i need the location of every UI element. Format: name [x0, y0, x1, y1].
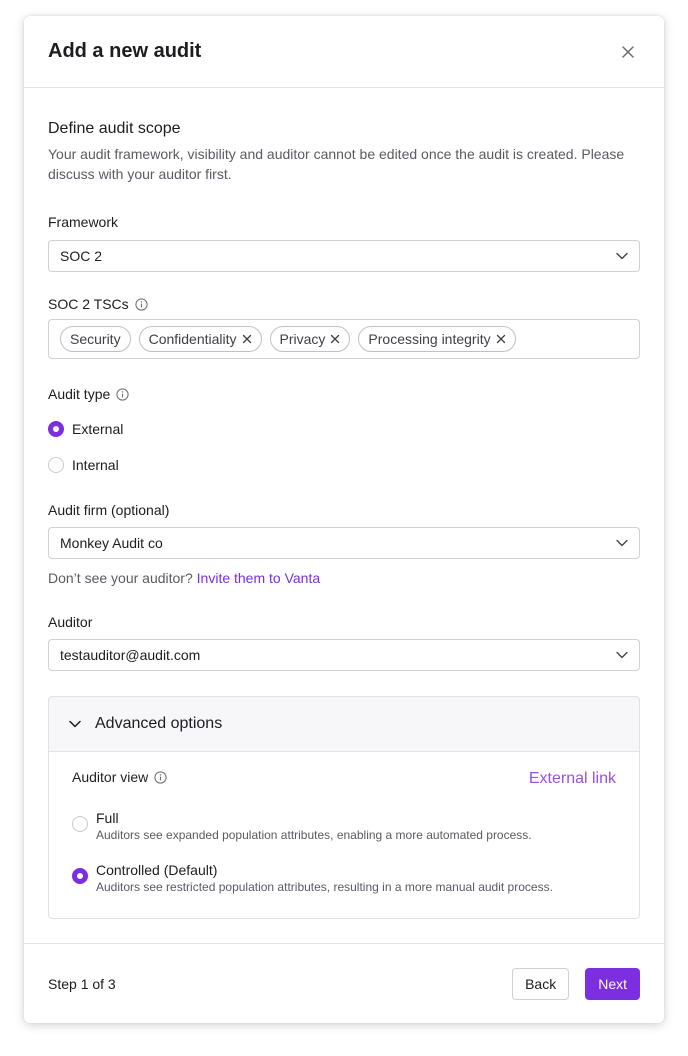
tscs-multiselect[interactable]: Security Confidentiality Privacy Process…	[48, 319, 640, 359]
close-icon	[622, 45, 634, 58]
chevron-down-icon	[616, 539, 628, 547]
helper-text: Don’t see your auditor?	[48, 570, 193, 586]
option-text: Controlled (Default) Auditors see restri…	[96, 861, 553, 895]
radio-button-checked[interactable]	[72, 868, 88, 884]
add-audit-modal: Add a new audit Define audit scope Your …	[24, 16, 664, 1023]
audit-firm-label-text: Audit firm (optional)	[48, 502, 170, 518]
modal-footer: Step 1 of 3 Back Next	[24, 943, 664, 1023]
remove-tag-icon[interactable]	[496, 334, 506, 344]
radio-button-checked[interactable]	[48, 421, 64, 437]
back-button[interactable]: Back	[512, 967, 570, 1000]
tag-confidentiality: Confidentiality	[138, 326, 262, 352]
next-button[interactable]: Next	[585, 967, 640, 1000]
framework-label: Framework	[48, 214, 118, 230]
close-button[interactable]	[616, 40, 640, 64]
radio-internal[interactable]: Internal	[48, 457, 119, 473]
modal-header: Add a new audit	[24, 16, 664, 88]
chevron-down-icon	[69, 720, 81, 728]
remove-tag-icon[interactable]	[330, 334, 340, 344]
external-link[interactable]: External link	[529, 770, 616, 788]
audit-firm-label: Audit firm (optional)	[48, 502, 169, 518]
radio-label: Internal	[72, 457, 119, 473]
advanced-options-title: Advanced options	[95, 715, 223, 732]
audit-firm-value: Monkey Audit co	[60, 535, 163, 551]
audit-type-label-text: Audit type	[48, 386, 111, 402]
audit-firm-select[interactable]: Monkey Audit co	[48, 527, 640, 559]
info-icon[interactable]	[135, 297, 148, 311]
auditor-label: Auditor	[48, 614, 92, 630]
option-title: Full	[96, 810, 119, 826]
tag-processing-integrity: Processing integrity	[358, 326, 516, 352]
auditor-view-label-text: Auditor view	[72, 769, 149, 785]
auditor-label-text: Auditor	[48, 614, 93, 630]
tag-security: Security	[60, 326, 131, 352]
radio-button[interactable]	[48, 457, 64, 473]
tag-label: Processing integrity	[368, 331, 491, 347]
radio-external[interactable]: External	[48, 421, 123, 437]
audit-firm-helper: Don’t see your auditor? Invite them to V…	[48, 570, 320, 586]
radio-button[interactable]	[72, 816, 88, 832]
radio-label: External	[72, 421, 124, 437]
auditor-value: testauditor@audit.com	[60, 647, 201, 663]
tscs-label-text: SOC 2 TSCs	[48, 296, 129, 312]
step-indicator: Step 1 of 3	[48, 975, 116, 992]
auditor-view-label: Auditor view	[72, 769, 167, 785]
section-title: Define audit scope	[48, 120, 181, 137]
advanced-options-toggle[interactable]: Advanced options	[49, 697, 639, 752]
tag-privacy: Privacy	[269, 326, 351, 352]
framework-select[interactable]: SOC 2	[48, 240, 640, 272]
tscs-label: SOC 2 TSCs	[48, 296, 148, 312]
auditor-select[interactable]: testauditor@audit.com	[48, 639, 640, 671]
advanced-options-panel: Advanced options Auditor view External l…	[48, 696, 640, 919]
audit-type-label: Audit type	[48, 386, 129, 402]
modal-title: Add a new audit	[48, 40, 202, 62]
tag-label: Privacy	[279, 331, 326, 347]
option-description: Auditors see expanded population attribu…	[96, 828, 532, 842]
invite-auditor-link[interactable]: Invite them to Vanta	[197, 570, 320, 586]
chevron-down-icon	[616, 252, 628, 260]
option-text: Full Auditors see expanded population at…	[96, 809, 532, 843]
tag-label: Confidentiality	[148, 331, 237, 347]
info-icon[interactable]	[116, 387, 129, 401]
section-description: Your audit framework, visibility and aud…	[48, 146, 625, 182]
remove-tag-icon[interactable]	[242, 334, 252, 344]
auditor-view-option-controlled[interactable]: Controlled (Default) Auditors see restri…	[72, 861, 553, 895]
footer-buttons: Back Next	[512, 967, 640, 1000]
tag-label: Security	[70, 331, 121, 347]
option-description: Auditors see restricted population attri…	[96, 880, 553, 894]
framework-label-text: Framework	[48, 214, 119, 230]
option-title: Controlled (Default)	[96, 862, 218, 878]
chevron-down-icon	[616, 651, 628, 659]
info-icon[interactable]	[154, 770, 167, 784]
auditor-view-option-full[interactable]: Full Auditors see expanded population at…	[72, 809, 532, 843]
framework-value: SOC 2	[60, 248, 103, 264]
